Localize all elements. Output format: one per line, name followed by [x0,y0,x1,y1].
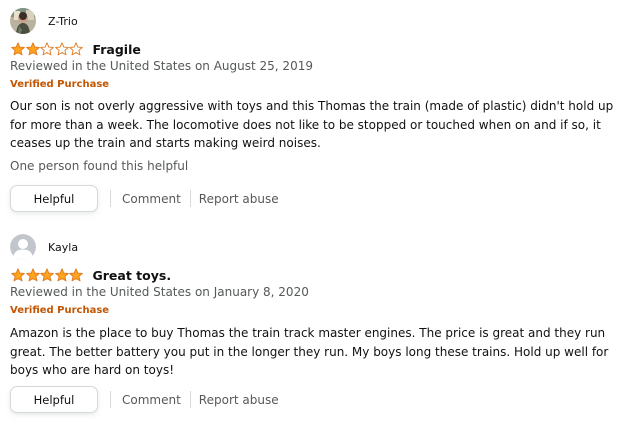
reviewer-profile[interactable]: Z-Trio [10,8,78,34]
filled-star-icon [54,268,69,282]
review-title[interactable]: Great toys. [93,268,172,283]
review-actions: Helpful Comment Report abuse [10,184,279,213]
filled-star-icon [25,268,40,282]
profile-name: Z-Trio [48,14,78,28]
empty-star-icon [54,42,69,56]
review-card: Kayla Great toys. Reviewed in the United… [0,226,629,428]
comment-link[interactable]: Comment [122,393,181,407]
verified-purchase-badge: Verified Purchase [10,79,110,90]
review-date: Reviewed in the United States on August … [10,59,313,73]
reviewer-profile[interactable]: Kayla [10,234,78,260]
review-body: Amazon is the place to buy Thomas the tr… [10,326,609,377]
rating-line: Fragile [11,40,141,58]
empty-star-icon [69,42,83,56]
profile-name: Kayla [48,240,79,254]
divider [189,190,191,207]
avatar [10,8,36,34]
review-title[interactable]: Fragile [93,42,141,57]
filled-star-icon [11,268,25,282]
verified-purchase-badge: Verified Purchase [10,305,110,316]
review-date: Reviewed in the United States on January… [10,285,309,299]
filled-star-icon [40,268,54,282]
divider [110,391,111,408]
helpful-button[interactable]: Helpful [10,185,98,212]
review-body: Our son is not overly aggressive with to… [10,99,614,150]
rating-line: Great toys. [11,266,171,284]
default-user-avatar-icon [10,234,36,260]
empty-star-icon [40,42,54,56]
report-abuse-link[interactable]: Report abuse [199,192,279,206]
comment-link[interactable]: Comment [122,192,181,206]
helpful-button[interactable]: Helpful [10,386,98,413]
filled-star-icon [25,42,40,56]
filled-star-icon [69,268,83,282]
star-rating[interactable] [11,268,84,282]
filled-star-icon [11,42,25,56]
divider [110,190,111,207]
review-card: Z-Trio Fragile Reviewed in the United St… [0,0,629,215]
review-actions: Helpful Comment Report abuse [10,385,279,414]
report-abuse-link[interactable]: Report abuse [199,393,279,407]
divider [189,391,191,408]
star-rating[interactable] [11,42,84,56]
helpful-count: One person found this helpful [10,159,189,173]
